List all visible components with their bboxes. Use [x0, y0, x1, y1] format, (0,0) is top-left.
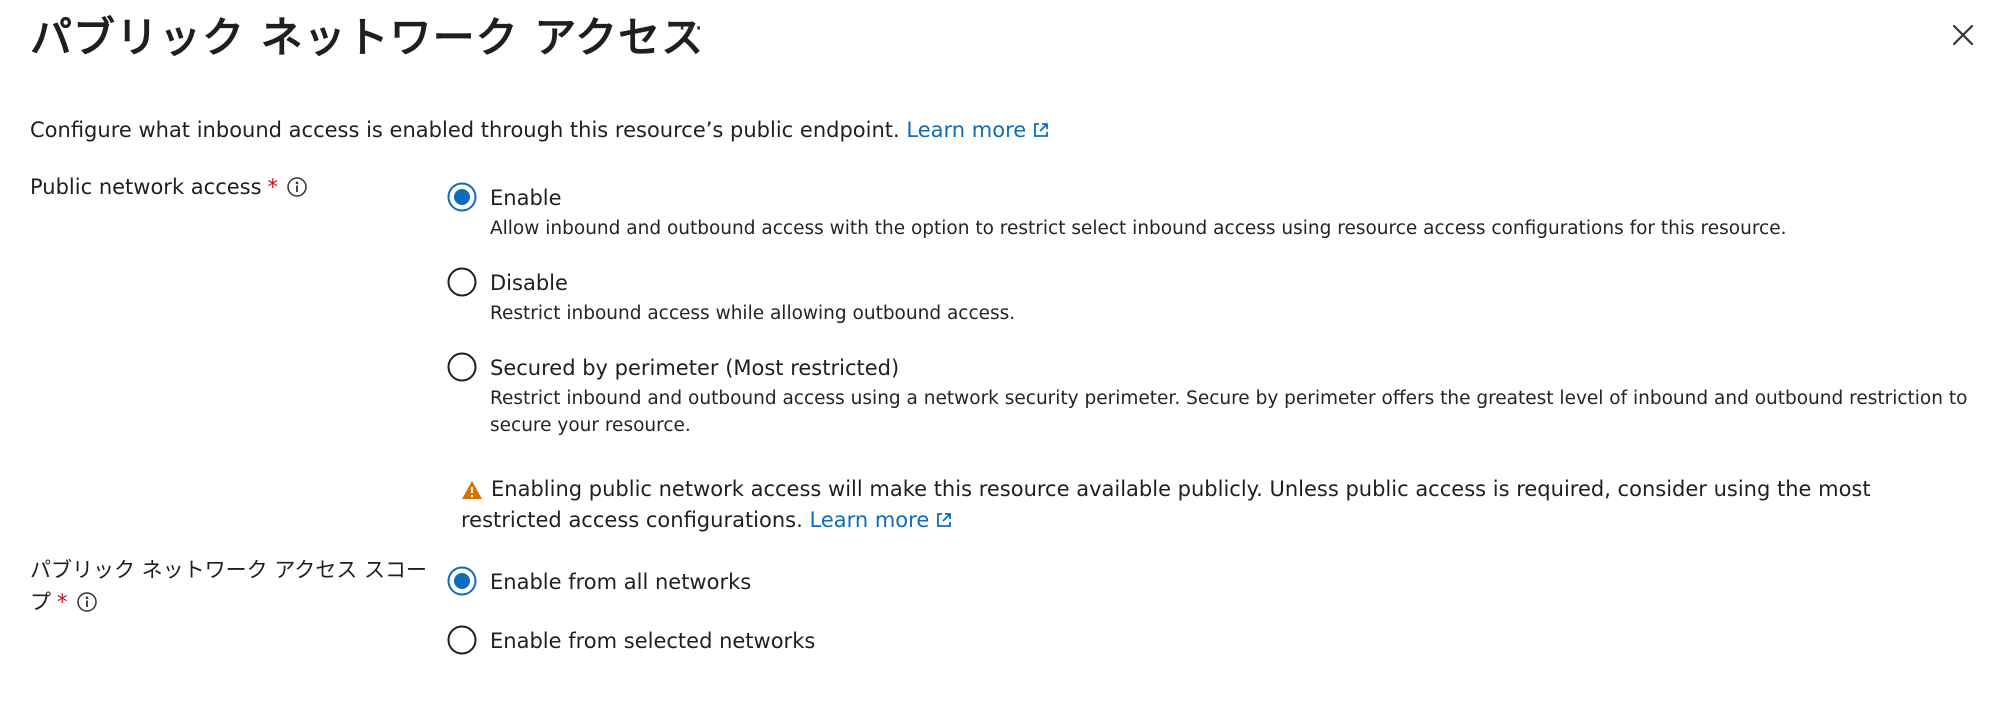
option-enable-selected-networks-label[interactable]: Enable from selected networks	[490, 629, 815, 653]
required-mark: *	[267, 175, 279, 199]
warning-icon	[462, 481, 482, 499]
option-secured-by-perimeter-label[interactable]: Secured by perimeter (Most restricted)	[490, 356, 899, 380]
option-enable-all-networks-label[interactable]: Enable from all networks	[490, 570, 751, 594]
warning-message: Enabling public network access will make…	[461, 474, 1921, 536]
external-link-icon	[1034, 123, 1049, 137]
page-title: パブリック ネットワーク アクセス	[30, 13, 705, 62]
option-enable-description: Allow inbound and outbound access with t…	[490, 218, 1787, 239]
external-link-icon	[937, 513, 952, 527]
public-network-access-label-text: Public network access	[30, 175, 262, 199]
public-network-access-label: Public network access *	[30, 171, 308, 203]
option-disable-label[interactable]: Disable	[490, 271, 568, 295]
warning-learn-more-link[interactable]: Learn more	[809, 508, 953, 532]
option-enable-label[interactable]: Enable	[490, 186, 562, 210]
option-secured-by-perimeter-description: Restrict inbound and outbound access usi…	[490, 388, 1968, 436]
warning-learn-more-label: Learn more	[809, 508, 930, 532]
close-icon[interactable]	[1946, 18, 1980, 52]
radio-enable-selected-networks[interactable]	[447, 625, 477, 655]
info-icon[interactable]	[76, 591, 98, 613]
intro-learn-more-label: Learn more	[906, 118, 1027, 142]
more-options-button[interactable]: ···	[678, 14, 703, 44]
radio-secured-by-perimeter[interactable]	[447, 352, 477, 382]
radio-enable-all-networks[interactable]	[447, 566, 477, 596]
intro-text: Configure what inbound access is enabled…	[30, 118, 900, 142]
radio-disable[interactable]	[447, 267, 477, 297]
required-mark: *	[57, 590, 68, 614]
intro-description: Configure what inbound access is enabled…	[30, 118, 1050, 142]
warning-text: Enabling public network access will make…	[461, 477, 1871, 532]
option-disable-description: Restrict inbound access while allowing o…	[490, 303, 1016, 324]
info-icon[interactable]	[286, 176, 308, 198]
access-scope-label: パブリック ネットワーク アクセス スコープ *	[30, 554, 440, 618]
intro-learn-more-link[interactable]: Learn more	[906, 118, 1050, 142]
radio-enable[interactable]	[447, 182, 477, 212]
